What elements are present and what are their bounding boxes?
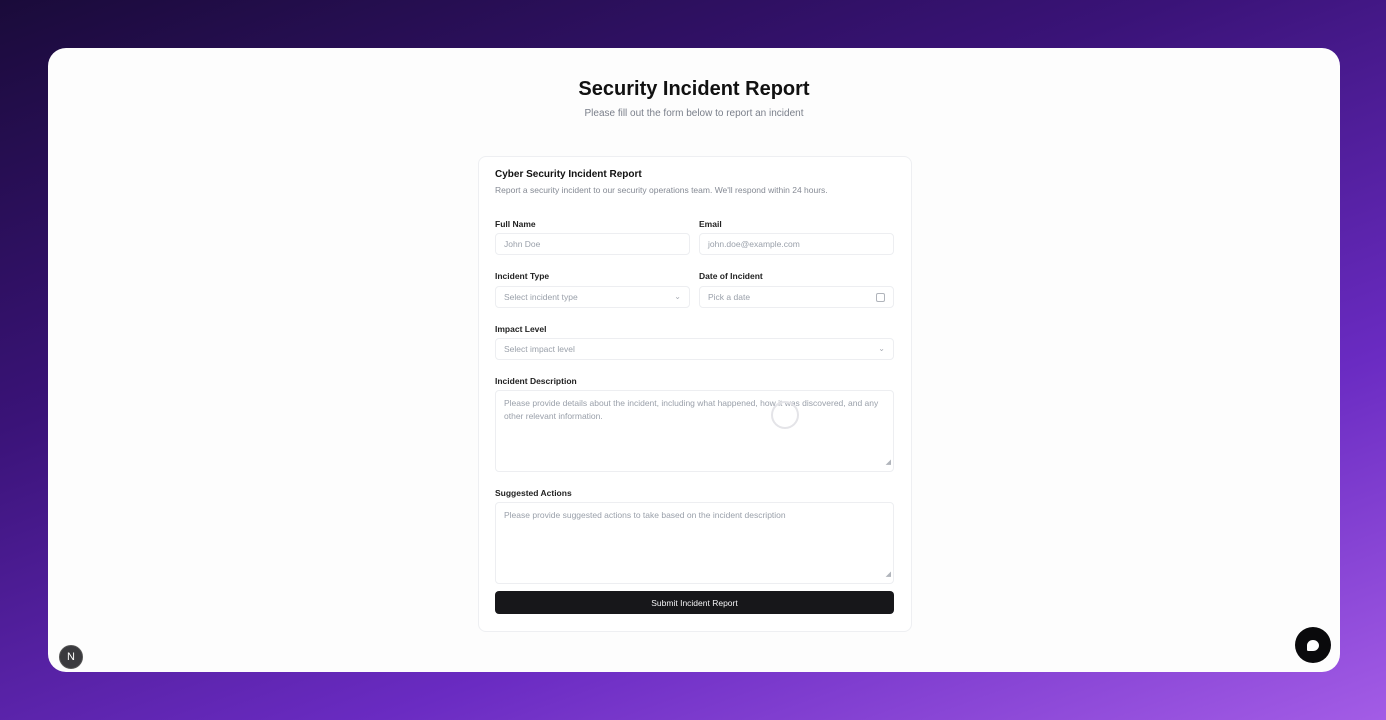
full-name-label: Full Name bbox=[495, 219, 536, 229]
incident-type-placeholder: Select incident type bbox=[504, 292, 578, 302]
next-badge-icon[interactable]: N bbox=[59, 645, 83, 669]
resize-handle-icon[interactable]: ◢ bbox=[886, 456, 891, 469]
date-picker[interactable]: Pick a date bbox=[699, 286, 894, 308]
app-window: Security Incident Report Please fill out… bbox=[48, 48, 1340, 672]
page-title: Security Incident Report bbox=[578, 78, 810, 100]
impact-level-select[interactable]: Select impact level ⌄ bbox=[495, 338, 894, 360]
resize-handle-icon[interactable]: ◢ bbox=[886, 568, 891, 581]
card-description: Report a security incident to our securi… bbox=[495, 185, 828, 195]
card-title: Cyber Security Incident Report bbox=[495, 169, 642, 180]
impact-level-label: Impact Level bbox=[495, 324, 547, 334]
suggested-actions-label: Suggested Actions bbox=[495, 488, 572, 498]
chevron-down-icon: ⌄ bbox=[674, 292, 681, 301]
suggested-actions-textarea[interactable]: Please provide suggested actions to take… bbox=[495, 502, 894, 584]
impact-level-placeholder: Select impact level bbox=[504, 344, 575, 354]
incident-type-select[interactable]: Select incident type ⌄ bbox=[495, 286, 690, 308]
date-label: Date of Incident bbox=[699, 271, 763, 281]
email-input[interactable]: john.doe@example.com bbox=[699, 233, 894, 255]
incident-type-label: Incident Type bbox=[495, 271, 550, 281]
chat-bubble-icon bbox=[1307, 639, 1319, 651]
date-placeholder: Pick a date bbox=[708, 292, 751, 302]
incident-form-card: Cyber Security Incident Report Report a … bbox=[478, 156, 912, 632]
incident-description-label: Incident Description bbox=[495, 376, 577, 386]
loading-spinner-icon bbox=[771, 401, 799, 429]
suggested-actions-placeholder: Please provide suggested actions to take… bbox=[504, 510, 786, 520]
submit-button[interactable]: Submit Incident Report bbox=[495, 591, 894, 614]
chevron-down-icon: ⌄ bbox=[878, 344, 885, 353]
calendar-icon bbox=[876, 293, 885, 302]
chat-button[interactable] bbox=[1295, 627, 1331, 663]
incident-description-placeholder: Please provide details about the inciden… bbox=[504, 398, 879, 421]
incident-description-textarea[interactable]: Please provide details about the inciden… bbox=[495, 390, 894, 472]
page-subtitle: Please fill out the form below to report… bbox=[584, 108, 804, 119]
full-name-input[interactable]: John Doe bbox=[495, 233, 690, 255]
email-label: Email bbox=[699, 219, 722, 229]
